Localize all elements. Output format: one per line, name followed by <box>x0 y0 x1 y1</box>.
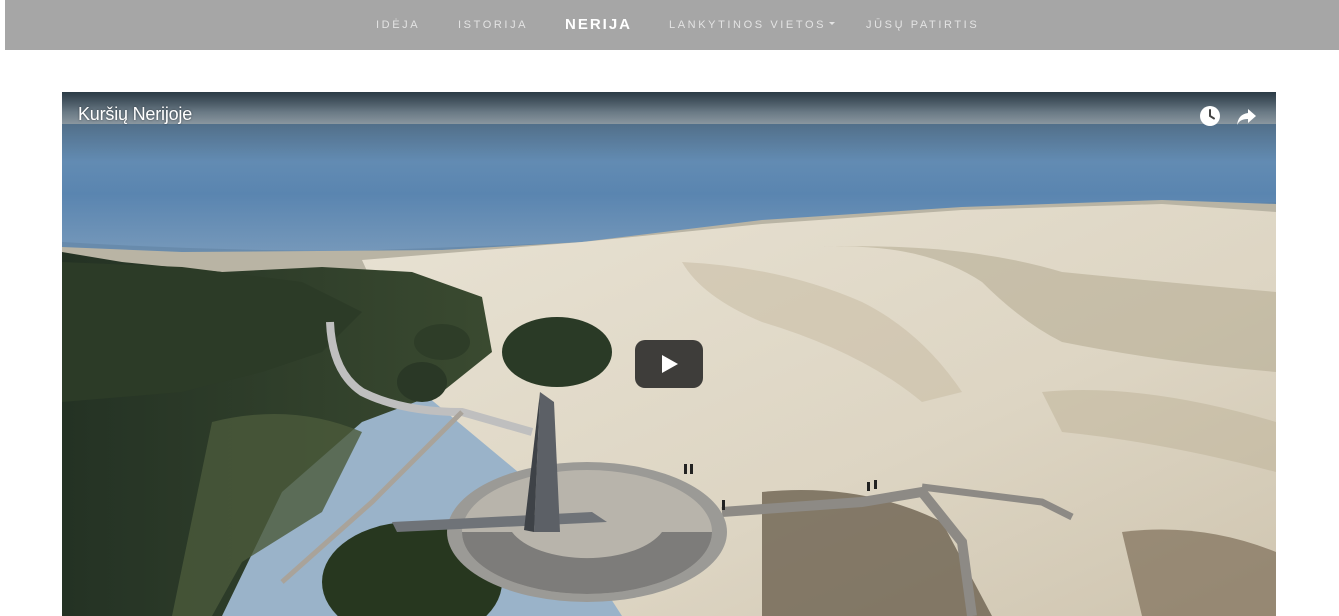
nav-item-jusu-patirtis[interactable]: JŪSŲ PATIRTIS <box>866 0 979 50</box>
nav-item-nerija[interactable]: NERIJA <box>565 0 632 50</box>
share-button[interactable] <box>1234 104 1258 128</box>
watch-later-button[interactable] <box>1198 104 1222 128</box>
nav-item-lankytinos-vietos-label: LANKYTINOS VIETOS <box>669 19 827 31</box>
nav-item-ideja[interactable]: IDĖJA <box>376 0 420 50</box>
play-icon <box>635 340 703 388</box>
nav-item-lankytinos-vietos-dropdown[interactable]: LANKYTINOS VIETOS <box>669 0 836 50</box>
video-title-bar <box>62 92 1276 162</box>
nav-item-istorija[interactable]: ISTORIJA <box>458 0 528 50</box>
top-navbar: IDĖJA ISTORIJA NERIJA LANKYTINOS VIETOS … <box>5 0 1339 50</box>
caret-down-icon <box>829 22 836 25</box>
clock-icon <box>1200 106 1220 126</box>
share-icon <box>1237 109 1256 125</box>
video-player[interactable]: Kuršių Nerijoje <box>62 92 1276 616</box>
play-button[interactable] <box>635 340 703 388</box>
video-title[interactable]: Kuršių Nerijoje <box>78 104 192 125</box>
